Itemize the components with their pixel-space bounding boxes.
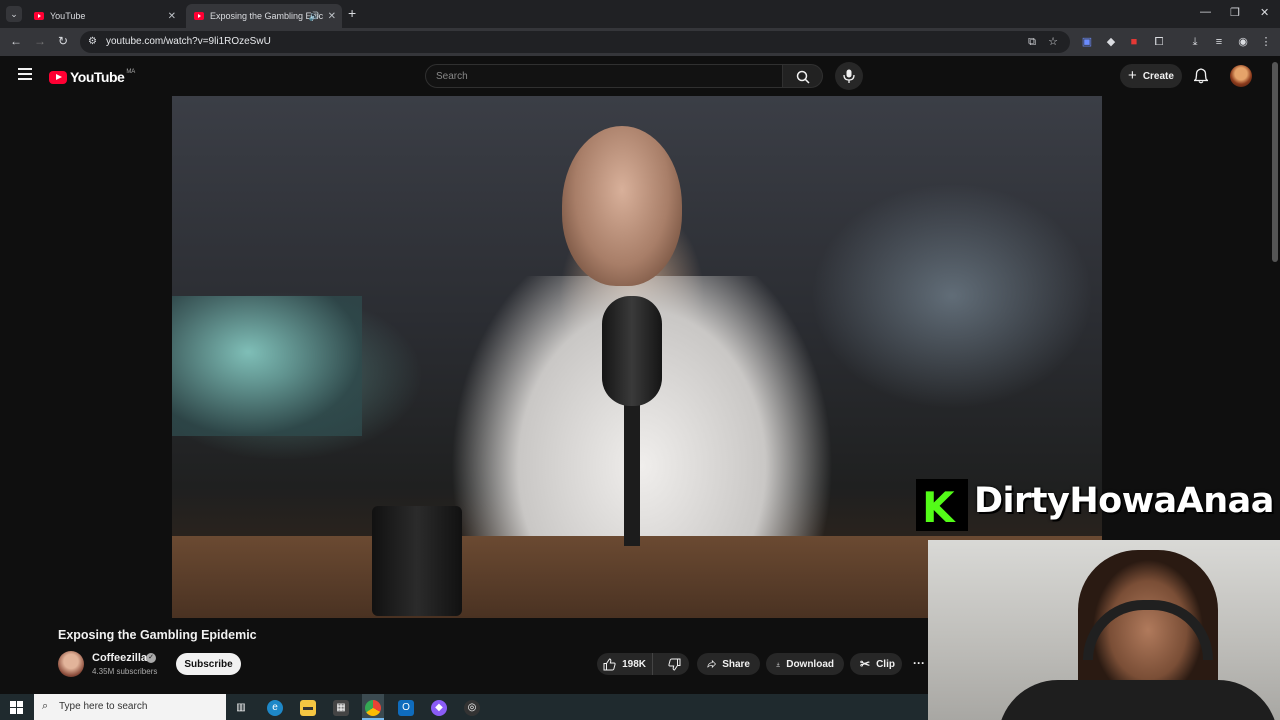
page-scrollbar[interactable] — [1272, 62, 1278, 262]
thumbs-down-icon — [667, 658, 681, 671]
create-button[interactable]: + Create — [1120, 64, 1182, 88]
browser-tab-bar: ⌄ YouTube ✕ Exposing the Gambling Epic 🔊… — [0, 0, 1280, 28]
messenger-icon[interactable]: ◆ — [431, 700, 447, 716]
close-tab-icon[interactable]: ✕ — [328, 11, 336, 22]
browser-tab-video[interactable]: Exposing the Gambling Epic 🔊 ✕ — [186, 4, 342, 28]
windows-start-icon[interactable] — [10, 701, 23, 714]
close-tab-icon[interactable]: 🔊 — [309, 11, 320, 22]
video-title: Exposing the Gambling Epidemic — [58, 628, 257, 642]
edge-browser-icon[interactable]: e — [267, 700, 283, 716]
logo-text: YouTube — [70, 69, 125, 85]
clip-label: Clip — [876, 658, 895, 670]
minimize-button[interactable]: — — [1200, 6, 1211, 18]
thumbs-up-icon — [603, 657, 616, 670]
extension-diamond-icon[interactable]: ◆ — [1104, 35, 1118, 49]
forward-button[interactable]: → — [34, 34, 46, 48]
youtube-masthead: YouTube MA Search + Create — [0, 56, 1280, 96]
youtube-play-icon — [49, 70, 67, 84]
clip-button[interactable]: ✂ Clip — [850, 653, 902, 675]
download-label: Download — [786, 658, 834, 670]
search-icon — [796, 70, 810, 84]
video-frame-presenter-head — [562, 126, 682, 286]
verified-check-icon: ✓ — [146, 653, 156, 663]
close-window-button[interactable]: ✕ — [1260, 6, 1269, 19]
microsoft-store-icon[interactable]: ▦ — [333, 700, 349, 716]
guide-menu-icon[interactable] — [18, 68, 32, 80]
more-actions-button[interactable]: ··· — [908, 653, 930, 675]
browser-tab-youtube[interactable]: YouTube ✕ — [26, 4, 182, 28]
outlook-icon[interactable]: O — [398, 700, 414, 716]
download-icon — [776, 662, 780, 667]
voice-search-button[interactable] — [835, 62, 863, 90]
search-button[interactable] — [783, 64, 823, 88]
share-arrow-icon — [707, 659, 717, 669]
streamer-webcam — [928, 540, 1280, 720]
notifications-bell-icon[interactable] — [1194, 68, 1208, 84]
windows-taskbar: ⌕ Type here to search ▥ e ▬ ▦ O ◆ ◎ — [0, 694, 928, 720]
restore-button[interactable]: ❐ — [1230, 6, 1240, 19]
media-controls-icon[interactable]: ≡ — [1212, 35, 1226, 49]
search-icon: ⌕ — [42, 700, 49, 712]
site-info-icon[interactable]: ⚙ — [88, 36, 97, 47]
share-button[interactable]: Share — [697, 653, 760, 675]
video-frame-mug — [372, 506, 462, 616]
search-input[interactable]: Search — [425, 64, 783, 88]
cast-icon[interactable]: ⧉ — [1025, 35, 1039, 49]
extensions-puzzle-icon[interactable]: ⧠ — [1152, 35, 1166, 49]
tab-label: YouTube — [50, 11, 86, 21]
video-frame-microphone — [602, 296, 662, 406]
plus-icon: + — [1128, 66, 1137, 84]
like-button[interactable]: 198K — [597, 653, 654, 675]
new-tab-button[interactable]: + — [348, 5, 356, 21]
extension-red-icon[interactable]: ■ — [1127, 35, 1141, 49]
youtube-favicon-icon — [34, 12, 44, 20]
taskbar-search-input[interactable]: ⌕ Type here to search — [34, 694, 226, 720]
scissors-icon: ✂ — [860, 657, 871, 671]
reload-button[interactable]: ↻ — [58, 34, 68, 48]
chrome-icon[interactable] — [365, 700, 381, 716]
download-button[interactable]: Download — [766, 653, 844, 675]
channel-name[interactable]: Coffeezilla — [92, 652, 147, 664]
back-button[interactable]: ← — [10, 34, 22, 48]
task-view-icon[interactable]: ▥ — [233, 700, 249, 716]
file-explorer-icon[interactable]: ▬ — [300, 700, 316, 716]
bookmark-star-icon[interactable]: ☆ — [1046, 35, 1060, 49]
close-tab-icon[interactable]: ✕ — [168, 11, 176, 22]
menu-kebab-icon[interactable]: ⋮ — [1259, 35, 1273, 49]
webcam-shirt — [998, 680, 1278, 720]
app-icon[interactable]: ◎ — [464, 700, 480, 716]
create-label: Create — [1142, 70, 1174, 82]
tab-label: Exposing the Gambling Epic — [210, 11, 324, 21]
microphone-icon — [843, 69, 855, 83]
youtube-logo[interactable]: YouTube MA — [49, 69, 135, 85]
profile-icon[interactable]: ◉ — [1236, 35, 1250, 49]
url-text: youtube.com/watch?v=9li1ROzeSwU — [106, 36, 271, 47]
address-bar[interactable]: ⚙ youtube.com/watch?v=9li1ROzeSwU — [80, 31, 1070, 53]
kick-logo-icon: K — [916, 479, 968, 532]
share-label: Share — [722, 658, 750, 670]
translate-extension-icon[interactable]: ▣ — [1080, 35, 1094, 49]
tab-search-dropdown[interactable]: ⌄ — [6, 6, 22, 22]
downloads-icon[interactable]: ⤓ — [1188, 35, 1202, 49]
browser-toolbar: ← → ↻ ⚙ youtube.com/watch?v=9li1ROzeSwU … — [0, 28, 1280, 56]
search-placeholder: Search — [436, 71, 468, 82]
like-count: 198K — [622, 658, 646, 670]
country-code: MA — [126, 69, 136, 75]
like-dislike-group: 198K — [597, 653, 689, 675]
dislike-button[interactable] — [659, 658, 689, 671]
taskbar-search-placeholder: Type here to search — [59, 701, 148, 712]
channel-avatar[interactable] — [58, 651, 84, 677]
account-avatar[interactable] — [1230, 65, 1252, 87]
youtube-favicon-icon — [194, 12, 204, 20]
subscribe-button[interactable]: Subscribe — [176, 653, 241, 675]
streamer-name-overlay: K DirtyHowaAnaa — [916, 479, 1280, 532]
streamer-name: DirtyHowaAnaa — [974, 481, 1274, 521]
video-frame-background-screens — [172, 296, 362, 436]
subscriber-count: 4.35M subscribers — [92, 667, 158, 676]
